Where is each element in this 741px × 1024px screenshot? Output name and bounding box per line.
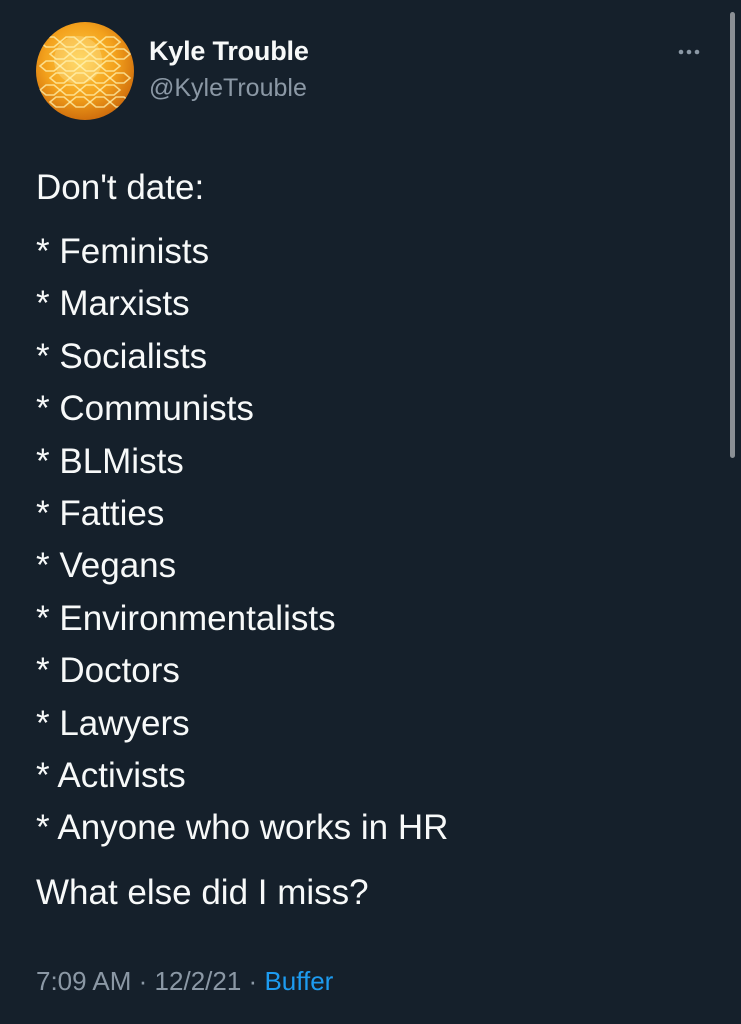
meta-separator: · [248,966,258,996]
tweet-intro: Don't date: [36,168,205,207]
list-item: * Feminists [36,232,210,271]
more-options-icon[interactable] [674,42,704,62]
tweet-text: Don't date: * Feminists * Marxists * Soc… [36,162,726,919]
list-item: * Environmentalists [36,598,336,638]
list-item: * Doctors [36,651,180,691]
list-item: * BLMists [36,441,184,481]
tweet-card: Kyle Trouble @KyleTrouble Don't date: * … [0,0,741,1024]
list-item: * Activists [36,755,186,795]
tweet-list: * Feminists * Marxists * Socialists * Co… [36,226,726,855]
user-handle[interactable]: @KyleTrouble [149,74,307,103]
list-item: * Vegans [36,546,177,586]
meta-separator: · [138,966,148,996]
list-item: * Anyone who works in HR [36,808,449,848]
tweet-date[interactable]: 12/2/21 [155,966,242,996]
list-item: * Lawyers [36,703,190,743]
tweet-outro: What else did I miss? [36,872,369,912]
list-item: * Communists [36,389,254,429]
tweet-source-link[interactable]: Buffer [264,966,333,996]
list-item: * Fatties [36,493,165,533]
scrollbar[interactable] [730,12,735,458]
avatar[interactable] [36,22,134,120]
tweet-meta: 7:09 AM · 12/2/21 · Buffer [36,966,333,997]
display-name[interactable]: Kyle Trouble [149,36,309,67]
list-item: * Socialists [36,336,208,376]
list-item: * Marxists [36,284,190,324]
tweet-time[interactable]: 7:09 AM [36,966,131,996]
honeycomb-avatar-icon [38,36,132,108]
